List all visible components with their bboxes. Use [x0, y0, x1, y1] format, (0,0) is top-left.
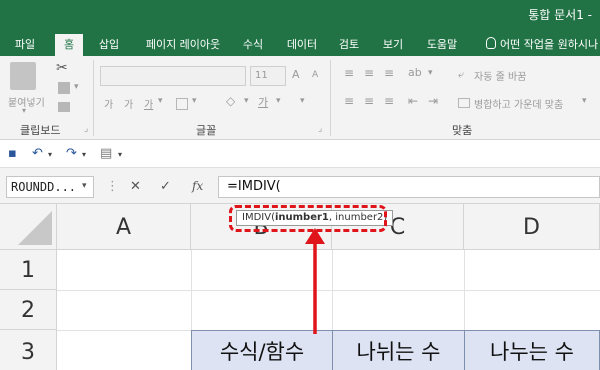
font-color-dropdown-icon[interactable]: ▾ — [276, 96, 281, 106]
quick-access-toolbar: ▪ ↶ ▾ ↷ ▾ ▤ ▾ — [0, 140, 600, 168]
fill-color-dropdown-icon[interactable]: ▾ — [244, 96, 249, 106]
redo-dropdown-icon[interactable]: ▾ — [82, 150, 86, 159]
ribbon: 붙여넣기 ▾ ✂ ▾ 클립보드 ⌟ 11 A A 가 가 가 ▾ ▾ ◇ ▾ 가… — [0, 56, 600, 140]
clipboard-launcher-icon[interactable]: ⌟ — [84, 124, 88, 134]
group-label-font: 글꼴 — [196, 124, 217, 137]
ribbon-tabs: 파일 홈 삽입 페이지 레이아웃 수식 데이터 검토 보기 도움말 어떤 작업을… — [0, 30, 600, 56]
save-icon[interactable]: ▪ — [8, 146, 17, 161]
tell-me-search[interactable]: 어떤 작업을 원하시나 — [500, 34, 600, 56]
align-middle-icon[interactable]: ≡ — [364, 66, 374, 80]
name-box-dropdown-icon[interactable]: ▾ — [82, 181, 87, 191]
row-header-1[interactable]: 1 — [0, 250, 57, 290]
title-bar: 통합 문서1 - — [0, 0, 600, 30]
name-box[interactable]: ROUNDD... — [6, 176, 94, 198]
formula-bar-divider: ⋮ — [106, 179, 119, 194]
column-header-a[interactable]: A — [57, 204, 191, 250]
tab-file[interactable]: 파일 — [8, 34, 42, 56]
undo-icon[interactable]: ↶ — [32, 146, 43, 161]
align-bottom-icon[interactable]: ≡ — [384, 66, 394, 80]
font-size-dropdown[interactable]: 11 — [250, 66, 286, 86]
paste-dropdown-icon[interactable]: ▾ — [22, 106, 26, 115]
ribbon-separator — [93, 60, 94, 136]
cell-c3[interactable]: 나뉘는 수 — [332, 330, 465, 370]
select-all-icon — [18, 211, 52, 245]
formula-bar: ROUNDD... ▾ ⋮ ✕ ✓ fx =IMDIV( — [0, 168, 600, 204]
tab-view[interactable]: 보기 — [378, 34, 408, 56]
increase-font-icon[interactable]: A — [292, 68, 300, 81]
increase-indent-icon[interactable]: ⇥ — [428, 94, 438, 108]
underline-button[interactable]: 가 — [144, 96, 153, 111]
enter-icon[interactable]: ✓ — [160, 179, 171, 194]
tab-home[interactable]: 홈 — [55, 34, 83, 56]
tab-data[interactable]: 데이터 — [282, 34, 322, 56]
cut-icon[interactable]: ✂ — [56, 60, 68, 76]
font-name-dropdown[interactable] — [100, 66, 246, 86]
customize-qat-icon[interactable]: ▾ — [118, 150, 122, 159]
row-header-3[interactable]: 3 — [0, 330, 57, 370]
cell-b3[interactable]: 수식/함수 — [191, 330, 333, 370]
align-top-icon[interactable]: ≡ — [344, 66, 354, 80]
merge-dropdown-icon[interactable]: ▾ — [582, 96, 587, 106]
paste-label: 붙여넣기 — [8, 98, 45, 109]
tab-review[interactable]: 검토 — [334, 34, 364, 56]
merge-center-icon[interactable] — [458, 98, 470, 108]
group-label-clipboard: 클립보드 — [20, 124, 61, 137]
decrease-indent-icon[interactable]: ⇤ — [408, 94, 418, 108]
insert-function-button[interactable]: fx — [192, 179, 203, 193]
cancel-icon[interactable]: ✕ — [130, 179, 141, 194]
font-color-icon[interactable]: 가 — [258, 94, 268, 110]
tab-page-layout[interactable]: 페이지 레이아웃 — [138, 34, 228, 56]
tab-formulas[interactable]: 수식 — [238, 34, 268, 56]
paste-icon[interactable] — [10, 62, 36, 90]
copy-icon[interactable] — [58, 82, 70, 94]
align-right-icon[interactable]: ≡ — [384, 94, 394, 108]
phonetic-dropdown-icon[interactable]: ▾ — [300, 96, 305, 106]
decrease-font-icon[interactable]: A — [312, 70, 318, 80]
bold-button[interactable]: 가 — [104, 96, 113, 111]
merge-center-label[interactable]: 병합하고 가운데 맞춤 — [474, 96, 563, 111]
row-header-2[interactable]: 2 — [0, 290, 57, 330]
tab-insert[interactable]: 삽입 — [94, 34, 124, 56]
select-all-corner[interactable] — [0, 204, 57, 250]
align-left-icon[interactable]: ≡ — [344, 94, 354, 108]
redo-icon[interactable]: ↷ — [66, 146, 77, 161]
form-icon[interactable]: ▤ — [100, 146, 112, 161]
italic-button[interactable]: 가 — [124, 96, 133, 111]
cell-d3[interactable]: 나누는 수 — [464, 330, 600, 370]
copy-dropdown-icon[interactable]: ▾ — [74, 82, 79, 92]
align-center-icon[interactable]: ≡ — [364, 94, 374, 108]
font-launcher-icon[interactable]: ⌟ — [318, 124, 322, 134]
orientation-icon[interactable]: ab — [408, 66, 422, 79]
window-title: 통합 문서1 - — [528, 8, 592, 22]
underline-dropdown-icon[interactable]: ▾ — [158, 96, 163, 106]
borders-icon[interactable] — [176, 98, 188, 110]
wrap-text-icon[interactable]: ⤶ — [458, 68, 464, 82]
wrap-text-label[interactable]: 자동 줄 바꿈 — [474, 68, 526, 83]
format-painter-icon[interactable] — [58, 102, 70, 112]
undo-dropdown-icon[interactable]: ▾ — [48, 150, 52, 159]
tab-help[interactable]: 도움말 — [420, 34, 464, 56]
ribbon-separator — [330, 60, 331, 136]
orientation-dropdown-icon[interactable]: ▾ — [428, 68, 433, 78]
column-header-d[interactable]: D — [464, 204, 600, 250]
borders-dropdown-icon[interactable]: ▾ — [192, 96, 197, 106]
annotation-arrow-icon — [305, 228, 325, 334]
fill-color-icon[interactable]: ◇ — [226, 94, 235, 108]
formula-input[interactable]: =IMDIV( — [218, 176, 600, 198]
group-label-alignment: 맞춤 — [452, 124, 473, 137]
lightbulb-icon — [486, 37, 496, 49]
